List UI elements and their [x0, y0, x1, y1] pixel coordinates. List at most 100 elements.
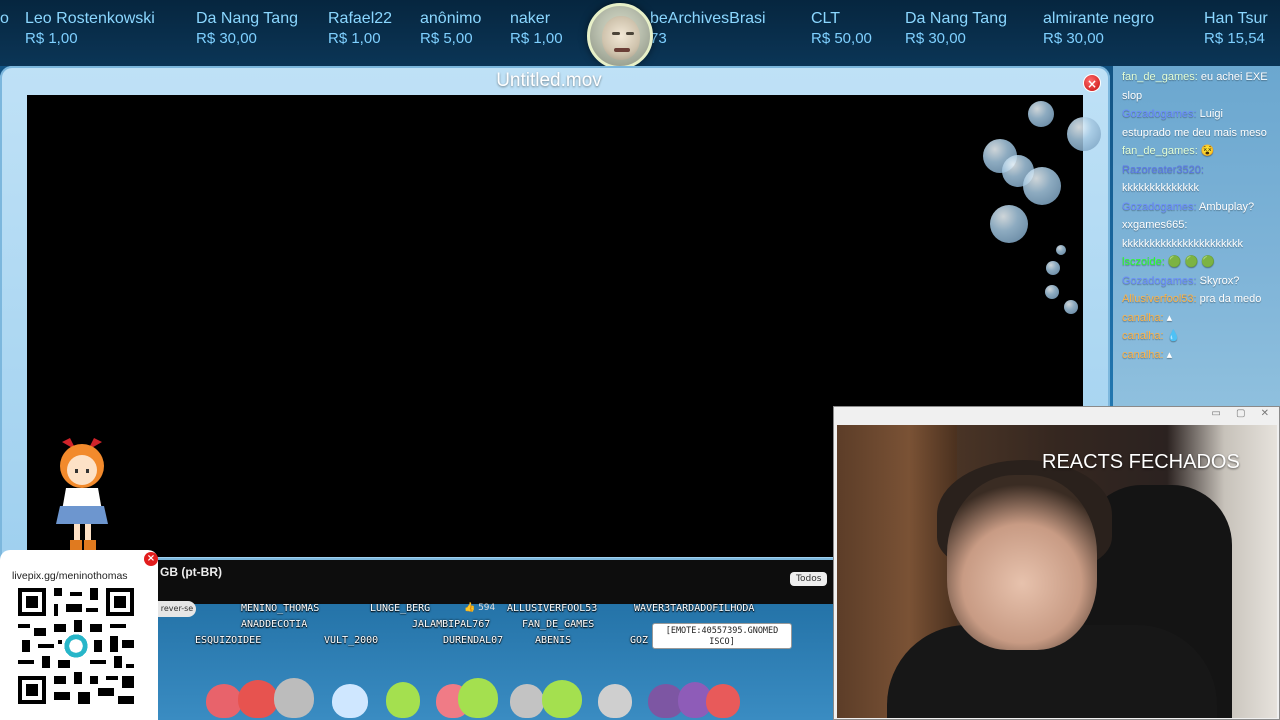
donation-amount: R$ 50,00 — [811, 30, 872, 47]
chat-message: canalha: ▴ — [1122, 309, 1274, 328]
like-count: 👍 594 — [464, 603, 496, 613]
chat-text: Ambuplay? — [1196, 200, 1255, 213]
viewer-name: DURENDAL07 — [443, 635, 504, 646]
chat-message: fan_de_games: 😵 — [1122, 142, 1274, 161]
donation-amount: R$ 15,54 — [1204, 30, 1265, 47]
chat-message: canalha: ▴ — [1122, 346, 1274, 365]
chat-message: Razoreater3520: kkkkkkkkkkkkkk — [1122, 161, 1274, 198]
reverse-button[interactable]: rever-se — [158, 601, 196, 617]
donor-name: Da Nang Tang — [196, 10, 298, 27]
donation-item: beArchivesBrasi 73 — [650, 10, 766, 47]
window-controls[interactable]: ▭ ▢ ✕ — [1211, 408, 1275, 419]
donation-item: anônimo R$ 5,00 — [420, 10, 481, 47]
chat-text: 😵 — [1197, 145, 1215, 157]
chat-message: Gozadogames: Ambuplay? — [1122, 198, 1274, 217]
viewer-name: LUNGE_BERG — [370, 603, 431, 614]
qr-code-icon — [18, 588, 134, 704]
donor-name: Leo Rostenkowski — [25, 10, 155, 27]
viewer-name: ESQUIZOIDEE — [195, 635, 262, 646]
chat-message: Gozadogames: Skyrox? — [1122, 272, 1274, 291]
donation-item: Rafael22 R$ 1,00 — [328, 10, 392, 47]
donor-name: naker — [510, 10, 551, 27]
chat-username[interactable]: fan_de_games: — [1122, 71, 1198, 83]
emote-tooltip-line: [EMOTE:40557395.GNOMED — [665, 626, 779, 636]
donation-amount: R$ 30,00 — [1043, 30, 1104, 47]
donor-name: Rafael22 — [328, 10, 393, 27]
donation-item: CLT R$ 50,00 — [811, 10, 872, 47]
viewer-name: ANADDECOTIA — [241, 619, 308, 630]
donation-url: livepix.gg/meninothomas — [12, 570, 128, 582]
donation-item: Da Nang Tang R$ 30,00 — [905, 10, 1007, 47]
chat-text: ▴ — [1163, 348, 1173, 361]
viewer-name: WAVER3TARDADOFILHODA — [634, 603, 755, 614]
viewer-name: GOZ — [630, 635, 649, 646]
todos-button[interactable]: Todos — [790, 572, 828, 586]
chat-message: Gozadogames: Luigi estuprado me deu mais… — [1122, 105, 1274, 142]
chat-username[interactable]: Gozadogames: — [1122, 108, 1197, 120]
reacts-closed-label: REACTS FECHADOS — [1042, 451, 1240, 473]
chat-username[interactable]: canalha: — [1122, 312, 1164, 324]
viewer-strip: GB (pt-BR) Todos rever-se 👍 594 [EMOTE:4… — [158, 560, 833, 720]
chat-text: kkkkkkkkkkkkkkkkkkkkkk — [1122, 237, 1243, 250]
donation-amount: R$ 30,00 — [196, 30, 257, 47]
donor-name: Da Nang Tang — [905, 10, 1007, 27]
donor-name: CLT — [811, 10, 841, 27]
viewer-name: JALAMBIPAL767 — [412, 619, 491, 630]
donation-amount: R$ 1,00 — [510, 30, 563, 47]
language-label: GB (pt-BR) — [160, 565, 222, 579]
chat-message: xxgames665: kkkkkkkkkkkkkkkkkkkkkk — [1122, 216, 1274, 253]
emote-tooltip: [EMOTE:40557395.GNOMED ISCO] — [652, 623, 792, 649]
donation-amount: R$ 1,00 — [25, 30, 78, 47]
streamer-avatar — [587, 3, 653, 69]
chat-username[interactable]: lsczoide: — [1122, 256, 1165, 268]
donation-item: Han Tsur R$ 15,54 — [1204, 10, 1268, 47]
donation-item: Da Nang Tang R$ 30,00 — [196, 10, 298, 47]
donation-item: o — [0, 10, 9, 30]
close-icon[interactable]: × — [1083, 74, 1101, 92]
chat-text: 🟢 🟢 🟢 — [1164, 256, 1216, 268]
emote-tooltip-line: ISCO] — [709, 637, 735, 647]
donation-amount: R$ 30,00 — [905, 30, 966, 47]
chat-text: ▴ — [1163, 311, 1173, 324]
chat-panel: fan_de_games: eu achei EXE slop Gozadogam… — [1113, 66, 1280, 406]
mascot-icon — [56, 438, 108, 550]
close-icon[interactable]: × — [144, 552, 158, 566]
webcam-window: ▭ ▢ ✕ REACTS FECHADOS — [833, 406, 1280, 720]
webcam-feed: REACTS FECHADOS — [837, 425, 1277, 718]
chat-message: Allusiverfool53: pra da medo — [1122, 290, 1274, 309]
viewer-name: ABENIS — [535, 635, 572, 646]
donor-name: anônimo — [420, 10, 482, 27]
donor-name: o — [0, 10, 9, 27]
chat-text: kkkkkkkkkkkkkk — [1122, 182, 1199, 194]
chat-username[interactable]: Razoreater3520: — [1122, 164, 1204, 176]
chat-text: Skyrox? — [1196, 274, 1240, 287]
chat-username[interactable]: canalha: — [1122, 349, 1164, 361]
viewer-name: VULT_2000 — [324, 635, 379, 646]
donation-amount: R$ 5,00 — [420, 30, 473, 47]
chat-text: pra da medo — [1196, 293, 1262, 305]
chat-text: 💧 — [1163, 330, 1181, 342]
donation-amount: 73 — [650, 30, 667, 47]
viewer-name: ALLUSIVERFOOL53 — [507, 603, 598, 614]
chat-message: fan_de_games: eu achei EXE slop — [1122, 68, 1274, 105]
like-count-value: 594 — [478, 603, 496, 613]
chat-username[interactable]: xxgames665: — [1122, 219, 1187, 231]
chat-username[interactable]: Gozadogames: — [1122, 201, 1197, 213]
chat-message: canalha: 💧 — [1122, 327, 1274, 346]
donor-name: Han Tsur — [1204, 10, 1268, 27]
donation-qr-panel: × livepix.gg/meninothomas — [0, 550, 158, 720]
donation-item: Leo Rostenkowski R$ 1,00 — [25, 10, 155, 47]
chat-message: lsczoide: 🟢 🟢 🟢 — [1122, 253, 1274, 272]
chat-username[interactable]: fan_de_games: — [1122, 145, 1198, 157]
viewer-name: MENINO_THOMAS — [241, 603, 320, 614]
donation-amount: R$ 1,00 — [328, 30, 381, 47]
chat-username[interactable]: Gozadogames: — [1122, 275, 1197, 287]
chat-username[interactable]: Allusiverfool53: — [1122, 293, 1197, 305]
donor-name: almirante negro — [1043, 10, 1155, 27]
viewer-name: FAN_DE_GAMES — [522, 619, 595, 630]
donation-item: naker R$ 1,00 — [510, 10, 563, 47]
donor-name: beArchivesBrasi — [650, 10, 766, 27]
video-window-title: Untitled.mov — [496, 70, 602, 91]
donation-item: almirante negro R$ 30,00 — [1043, 10, 1154, 47]
chat-username[interactable]: canalha: — [1122, 330, 1164, 342]
